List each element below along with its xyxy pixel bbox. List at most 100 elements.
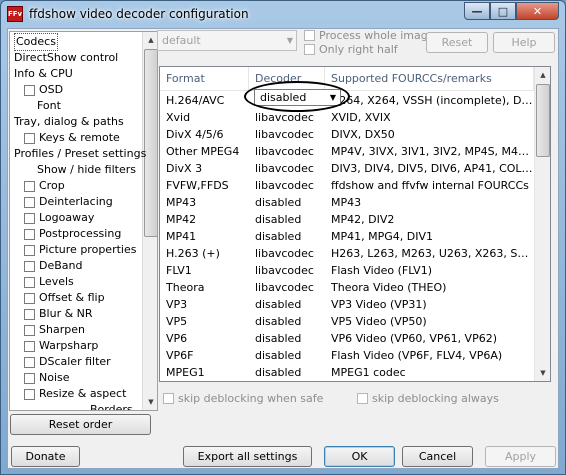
codec-decoder-cell[interactable]: libavcodec (249, 126, 325, 143)
cancel-button[interactable]: Cancel (402, 446, 473, 467)
tree-item[interactable]: DirectShow control (14, 50, 118, 66)
list-scroll-up-icon[interactable]: ▲ (535, 67, 550, 83)
settings-tree[interactable]: ▲ ▼ Codecs DirectShow control Info & CPU OS… (9, 31, 158, 411)
codec-decoder-cell[interactable]: disabled (249, 194, 325, 211)
column-header-decoder[interactable]: Decoder (249, 67, 325, 91)
codec-decoder-cell[interactable]: disabled (249, 330, 325, 347)
tree-item[interactable]: Codecs (14, 33, 58, 51)
ok-button[interactable]: OK (324, 446, 395, 467)
codec-list-row[interactable]: DivX 3 libavcodec DIV3, DIV4, DIV5, DIV6, … (160, 160, 534, 177)
codec-decoder-cell[interactable]: libavcodec (249, 109, 325, 126)
codec-decoder-cell[interactable]: disabled (249, 296, 325, 313)
maximize-button[interactable]: □ (490, 2, 516, 20)
tree-item[interactable]: Borders (90, 402, 133, 410)
tree-item[interactable]: Crop (24, 178, 65, 194)
codec-list-row[interactable]: MP42 disabled MP42, DIV2 (160, 211, 534, 228)
tree-item[interactable]: Sharpen (24, 322, 85, 338)
codec-list-row[interactable]: FLV1 libavcodec Flash Video (FLV1) (160, 262, 534, 279)
codec-list[interactable]: Format Decoder Supported FOURCCs/remarks… (159, 66, 551, 382)
tree-item[interactable]: Picture properties (24, 242, 136, 258)
only-right-half-checkbox[interactable]: Only right half (304, 43, 398, 56)
tree-item-checkbox[interactable] (24, 388, 35, 400)
tree-item-checkbox[interactable] (24, 244, 35, 256)
tree-item-checkbox[interactable] (24, 340, 35, 352)
tree-item-checkbox[interactable] (24, 196, 35, 208)
process-whole-image-checkbox[interactable]: Process whole image (304, 29, 435, 42)
tree-item[interactable]: Font (37, 98, 61, 114)
tree-item[interactable]: Offset & flip (24, 290, 105, 306)
checkbox-box[interactable] (304, 44, 315, 55)
codec-list-row[interactable]: MP43 disabled MP43 (160, 194, 534, 211)
export-all-settings-button[interactable]: Export all settings (183, 446, 312, 467)
codec-list-row[interactable]: MPEG1 disabled MPEG1 codec (160, 364, 534, 381)
codec-decoder-cell[interactable]: libavcodec (249, 245, 325, 262)
tree-item-checkbox[interactable] (24, 180, 35, 192)
codec-list-row[interactable]: FVFW,FFDS libavcodec ffdshow and ffvfw int… (160, 177, 534, 194)
title-bar[interactable]: FFv ffdshow video decoder configuration … (1, 1, 565, 27)
codec-decoder-cell[interactable]: disabled (249, 211, 325, 228)
codec-list-scrollbar[interactable]: ▲ ▼ (534, 67, 550, 381)
apply-button[interactable]: Apply (485, 446, 556, 467)
tree-item-checkbox[interactable] (24, 132, 35, 144)
codec-list-row[interactable]: Xvid libavcodec XVID, XVIX (160, 109, 534, 126)
reset-order-button[interactable]: Reset order (10, 414, 151, 435)
tree-scroll-down-icon[interactable]: ▼ (143, 394, 157, 410)
tree-scrollbar[interactable]: ▲ ▼ (142, 32, 157, 410)
preset-select[interactable]: default ▼ (157, 30, 297, 51)
tree-item[interactable]: Levels (24, 274, 74, 290)
checkbox-box[interactable] (357, 393, 368, 404)
list-scroll-down-icon[interactable]: ▼ (535, 365, 550, 381)
codec-list-row[interactable]: H.264/AVC H264, X264, VSSH (incomplete), … (160, 92, 534, 109)
codec-decoder-cell[interactable]: libavcodec (249, 143, 325, 160)
tree-item-checkbox[interactable] (24, 356, 35, 368)
codec-list-row[interactable]: MP41 disabled MP41, MPG4, DIV1 (160, 228, 534, 245)
minimize-button[interactable]: — (464, 2, 490, 20)
tree-item[interactable]: DScaler filter (24, 354, 111, 370)
codec-list-row[interactable]: VP6F disabled Flash Video (VP6F, FLV4, VP6… (160, 347, 534, 364)
donate-button[interactable]: Donate (11, 446, 80, 467)
tree-item[interactable]: OSD (24, 82, 63, 98)
codec-decoder-cell[interactable]: disabled (249, 313, 325, 330)
codec-list-row[interactable]: VP6 disabled VP6 Video (VP60, VP61, VP62) (160, 330, 534, 347)
close-button[interactable]: ✕ (516, 2, 559, 20)
codec-list-row[interactable]: Other MPEG4 libavcodec MP4V, 3IVX, 3IV1, 3… (160, 143, 534, 160)
tree-item-checkbox[interactable] (24, 308, 35, 320)
column-header-fourccs[interactable]: Supported FOURCCs/remarks (325, 67, 534, 91)
tree-item-checkbox[interactable] (24, 292, 35, 304)
codec-list-row[interactable]: VP3 disabled VP3 Video (VP31) (160, 296, 534, 313)
codec-list-row[interactable]: Theora libavcodec Theora Video (THEO) (160, 279, 534, 296)
column-header-format[interactable]: Format (160, 67, 249, 91)
codec-decoder-cell[interactable]: disabled (249, 364, 325, 381)
list-scroll-thumb[interactable] (536, 84, 550, 157)
tree-item[interactable]: Deinterlacing (24, 194, 113, 210)
tree-item[interactable]: Logoaway (24, 210, 94, 226)
tree-item-checkbox[interactable] (24, 324, 35, 336)
codec-decoder-cell[interactable]: disabled (249, 347, 325, 364)
codec-decoder-cell[interactable]: disabled (249, 228, 325, 245)
checkbox-box[interactable] (163, 393, 174, 404)
tree-item[interactable]: Tray, dialog & paths (14, 114, 124, 130)
codec-list-row[interactable]: VP5 disabled VP5 Video (VP50) (160, 313, 534, 330)
checkbox-box[interactable] (304, 30, 315, 41)
tree-item[interactable]: Keys & remote (24, 130, 120, 146)
codec-decoder-cell[interactable]: libavcodec (249, 160, 325, 177)
tree-item[interactable]: DeBand (24, 258, 82, 274)
tree-item[interactable]: Show / hide filters (37, 162, 136, 178)
codec-list-row[interactable]: DivX 4/5/6 libavcodec DIVX, DX50 (160, 126, 534, 143)
tree-item[interactable]: Noise (24, 370, 70, 386)
tree-item[interactable]: Resize & aspect (24, 386, 126, 402)
codec-decoder-cell[interactable]: libavcodec (249, 262, 325, 279)
tree-item-checkbox[interactable] (24, 372, 35, 384)
help-button[interactable]: Help (493, 32, 555, 53)
tree-item[interactable]: Info & CPU (14, 66, 73, 82)
tree-scroll-up-icon[interactable]: ▲ (143, 32, 157, 48)
tree-scroll-thumb[interactable] (144, 49, 157, 237)
tree-item[interactable]: Warpsharp (24, 338, 98, 354)
tree-item[interactable]: Postprocessing (24, 226, 121, 242)
decoder-select-h264[interactable]: disabled ▼ (254, 89, 341, 106)
reset-button[interactable]: Reset (426, 32, 488, 53)
skip-deblocking-always-checkbox[interactable]: skip deblocking always (357, 392, 499, 405)
tree-item[interactable]: Profiles / Preset settings (14, 146, 146, 162)
codec-list-row[interactable]: H.263 (+) libavcodec H263, L263, M263, U26… (160, 245, 534, 262)
tree-item-checkbox[interactable] (24, 212, 35, 224)
